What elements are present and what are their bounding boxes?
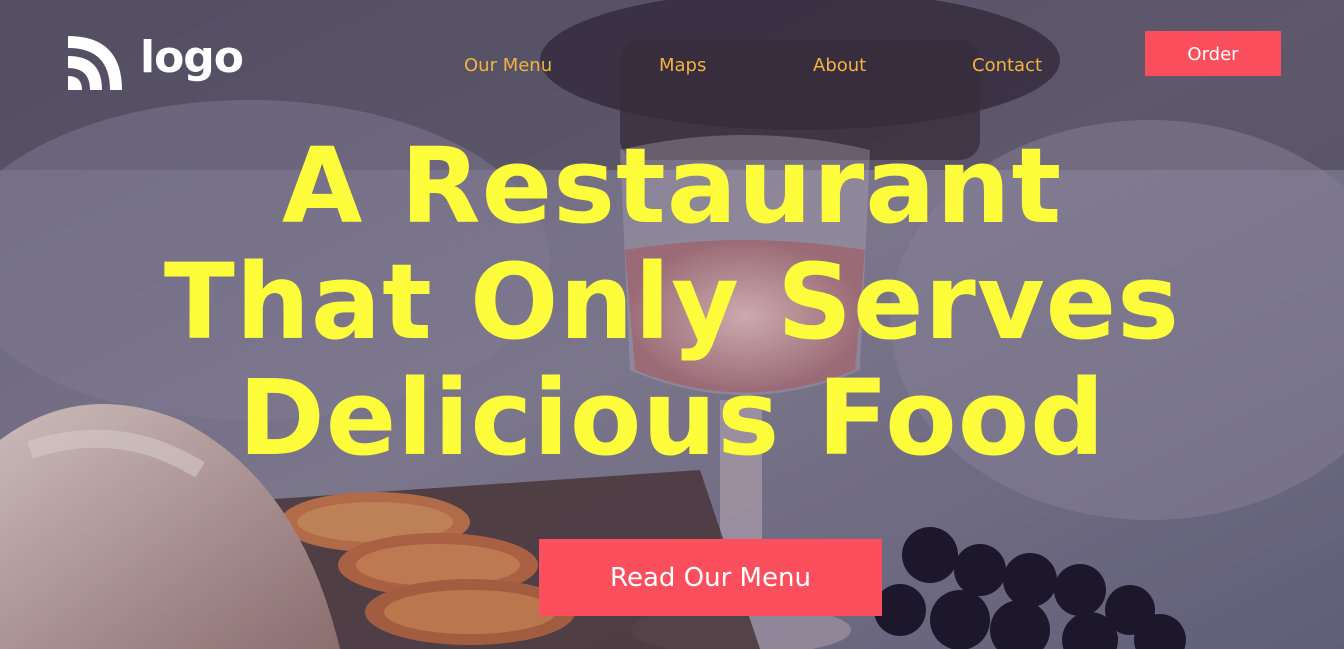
site-header: logo Our Menu Maps About Contact Order [0, 0, 1344, 110]
nav-link-about[interactable]: About [813, 54, 866, 78]
nav-link-contact[interactable]: Contact [972, 54, 1042, 78]
headline-line-1: A Restaurant [281, 125, 1063, 247]
main-nav: Our Menu Maps About Contact [0, 54, 1344, 80]
headline-line-3: Delicious Food [238, 357, 1106, 479]
hero-headline: A Restaurant That Only Serves Delicious … [0, 128, 1344, 476]
headline-line-2: That Only Serves [163, 241, 1181, 363]
order-button[interactable]: Order [1145, 31, 1281, 76]
read-our-menu-button[interactable]: Read Our Menu [539, 539, 882, 616]
nav-link-maps[interactable]: Maps [659, 54, 706, 78]
nav-link-our-menu[interactable]: Our Menu [464, 54, 552, 78]
hero-section: logo Our Menu Maps About Contact Order A… [0, 0, 1344, 649]
